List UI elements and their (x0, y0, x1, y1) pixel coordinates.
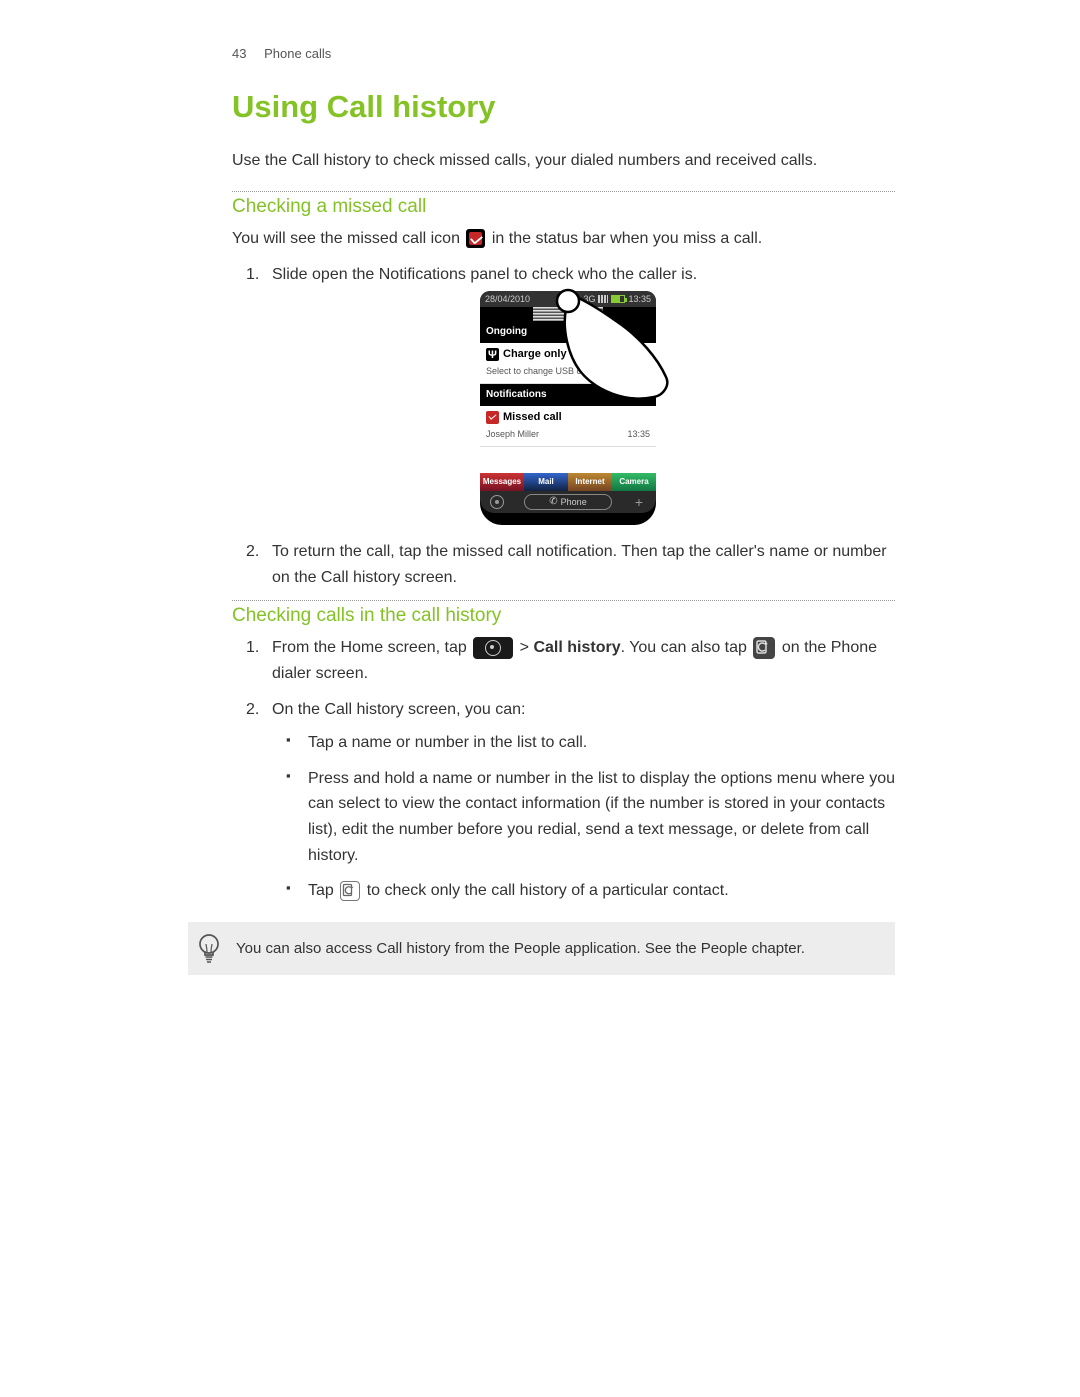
call-history-icon (753, 637, 775, 659)
nav-phone-button: ✆ Phone (524, 494, 612, 510)
caller-name: Joseph Miller (486, 427, 539, 441)
call-history-steps: 1. From the Home screen, tap > Call hist… (232, 635, 895, 903)
finger-gesture-icon (552, 285, 672, 407)
section-heading-call-history: Checking calls in the call history (232, 605, 895, 627)
page-title: Using Call history (232, 89, 895, 125)
bullet-2: Press and hold a name or number in the l… (308, 766, 895, 868)
tab-internet: Internet (568, 473, 612, 491)
missed-call-small-icon (486, 411, 499, 424)
tab-messages: Messages (480, 473, 524, 491)
step-number: 1. (246, 635, 259, 661)
missed-title: Missed call (503, 409, 562, 427)
step-text: To return the call, tap the missed call … (272, 543, 887, 586)
step-1: 1. From the Home screen, tap > Call hist… (272, 635, 895, 686)
text-fragment: You will see the missed call icon (232, 230, 460, 247)
text-fragment: . You can also tap (621, 639, 747, 656)
section-heading-missed-call: Checking a missed call (232, 196, 895, 218)
intro-paragraph: Use the Call history to check missed cal… (232, 149, 895, 173)
contact-history-icon (340, 881, 360, 901)
text-fragment: Tap (308, 882, 334, 899)
step-number: 2. (246, 697, 259, 723)
nav-plus-icon: + (632, 495, 646, 509)
lightbulb-icon (196, 933, 222, 963)
tip-text: You can also access Call history from th… (236, 940, 805, 957)
phone-illustration: 28/04/2010 3G 13:35 Ongoing Charge only … (480, 291, 687, 525)
missed-call-icon (466, 229, 485, 248)
page-content: 43 Phone calls Using Call history Use th… (0, 0, 1080, 975)
step-2: 2. On the Call history screen, you can: … (272, 697, 895, 904)
text-fragment: in the status bar when you miss a call. (492, 230, 762, 247)
missed-call-steps: 1. Slide open the Notifications panel to… (232, 262, 895, 591)
status-date: 28/04/2010 (485, 292, 530, 306)
running-header: 43 Phone calls (232, 46, 895, 61)
separator (232, 600, 895, 601)
apps-button-icon (473, 637, 513, 659)
page-number: 43 (232, 46, 246, 61)
bullet-1: Tap a name or number in the list to call… (308, 730, 895, 756)
missed-call-notification: Missed call Joseph Miller 13:35 (480, 406, 656, 447)
usb-icon (486, 348, 499, 361)
tab-camera: Camera (612, 473, 656, 491)
step-text: Slide open the Notifications panel to ch… (272, 266, 697, 283)
text-fragment: to check only the call history of a part… (367, 882, 729, 899)
launcher-tabs: Messages Mail Internet Camera (480, 473, 656, 491)
miss-time: 13:35 (627, 427, 650, 441)
phone-btn-label: Phone (561, 495, 587, 509)
text-fragment: From the Home screen, tap (272, 639, 467, 656)
bullet-3: Tap to check only the call history of a … (308, 878, 895, 904)
tip-box: You can also access Call history from th… (188, 922, 895, 975)
step-text: On the Call history screen, you can: (272, 701, 525, 718)
step-number: 1. (246, 262, 259, 288)
nav-left-icon (490, 495, 504, 509)
tab-mail: Mail (524, 473, 568, 491)
step-number: 2. (246, 539, 259, 565)
nav-bar: ✆ Phone + (480, 491, 656, 513)
handset-icon: ✆ (549, 495, 557, 509)
bold-label: Call history (533, 639, 620, 656)
step-1: 1. Slide open the Notifications panel to… (272, 262, 895, 526)
separator (232, 191, 895, 192)
missed-call-lead: You will see the missed call icon in the… (232, 226, 895, 252)
text-fragment: > (520, 639, 529, 656)
chapter-name: Phone calls (264, 46, 331, 61)
step-2: 2. To return the call, tap the missed ca… (272, 539, 895, 590)
sub-bullets: Tap a name or number in the list to call… (272, 730, 895, 904)
empty-area (480, 447, 656, 473)
